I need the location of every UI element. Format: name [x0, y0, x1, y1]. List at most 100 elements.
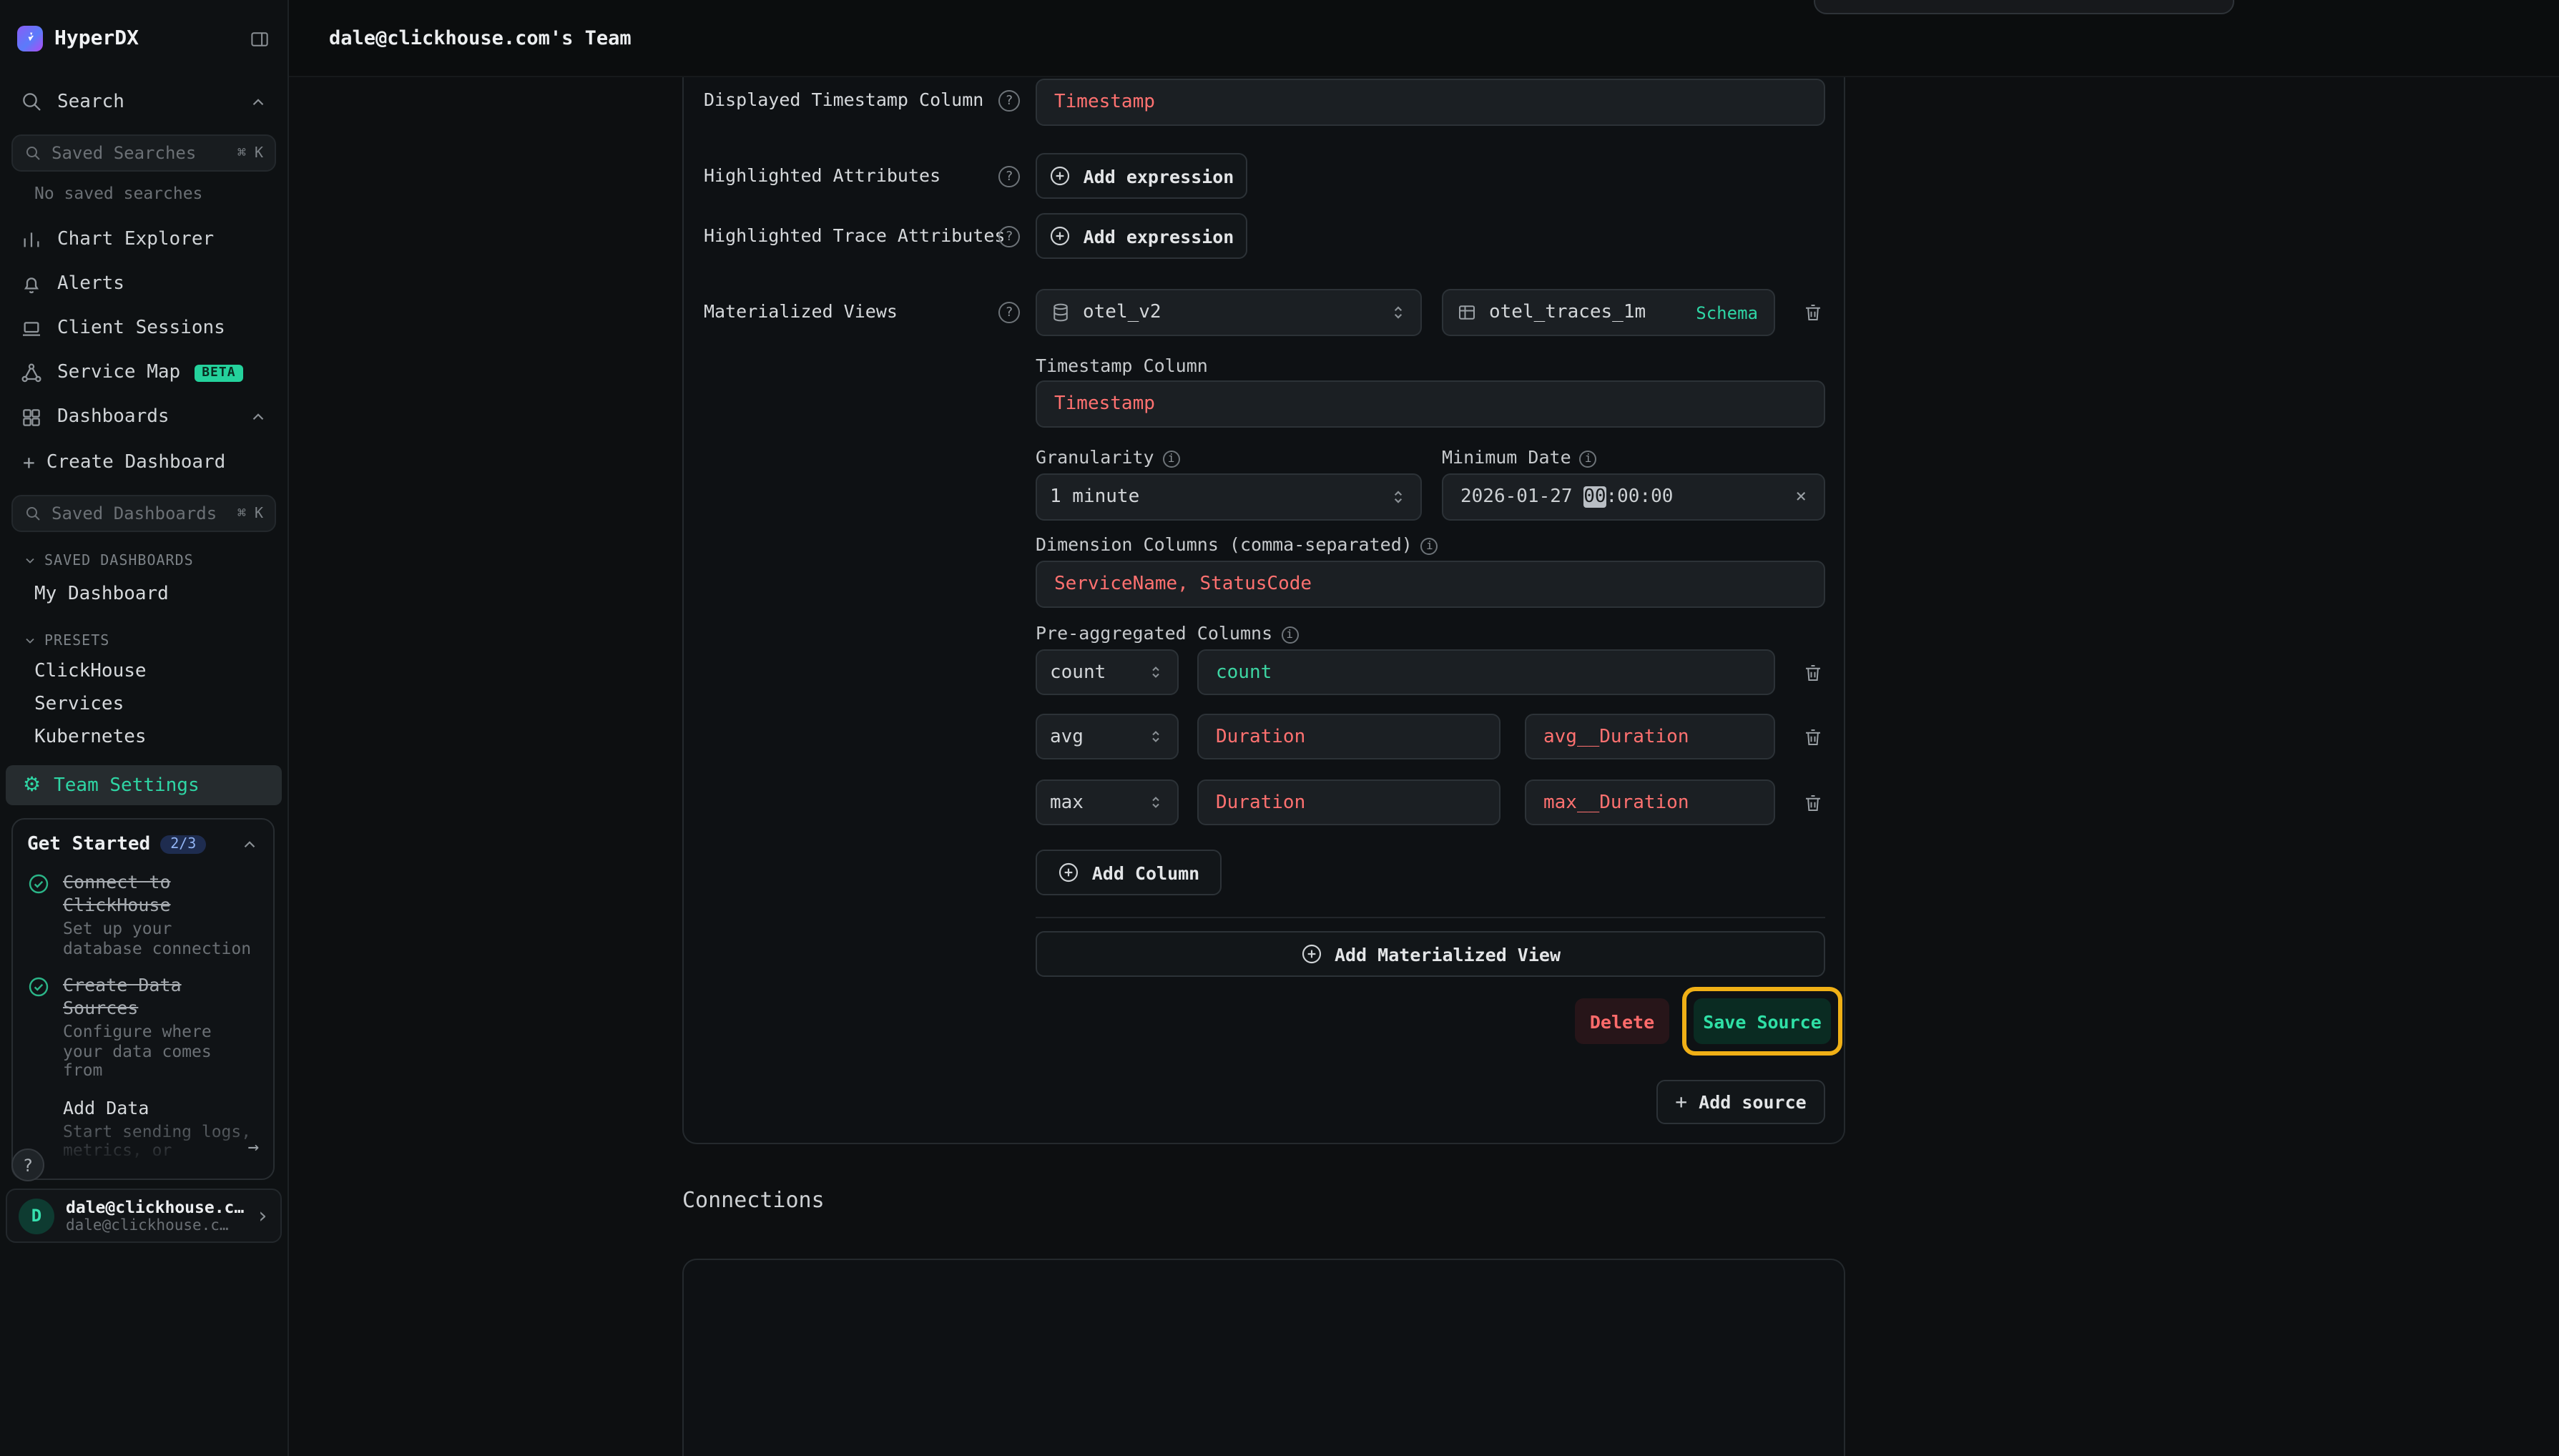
button-label: Add source: [1699, 1091, 1807, 1113]
chevron-down-icon: [23, 554, 37, 568]
add-expression-button[interactable]: Add expression: [1036, 153, 1247, 199]
saved-dashboards-input[interactable]: Saved Dashboards ⌘ K: [11, 495, 276, 532]
create-dashboard-button[interactable]: + Create Dashboard: [0, 439, 288, 486]
help-question-icon[interactable]: ?: [998, 90, 1020, 112]
date-value: 2026-01-27: [1460, 486, 1583, 508]
get-started-header[interactable]: Get Started 2/3: [27, 834, 259, 855]
granularity-select[interactable]: 1 minute: [1036, 473, 1422, 521]
connections-heading: Connections: [682, 1187, 825, 1213]
arrow-right-icon: →: [247, 1136, 259, 1158]
sidebar-item-team-settings[interactable]: ⚙ Team Settings: [6, 765, 282, 805]
help-question-icon[interactable]: ?: [998, 226, 1020, 247]
alias-input[interactable]: avg__Duration: [1525, 714, 1775, 759]
step-title: Add Data: [63, 1096, 259, 1119]
expression-input[interactable]: count: [1197, 649, 1775, 695]
user-menu[interactable]: D dale@clickhouse.c… dale@clickhouse.c… …: [6, 1189, 282, 1243]
sidebar-item-chart-explorer[interactable]: Chart Explorer: [0, 217, 288, 262]
beta-badge: BETA: [195, 364, 242, 381]
saved-searches-input[interactable]: Saved Searches ⌘ K: [11, 134, 276, 172]
info-icon[interactable]: i: [1281, 626, 1298, 644]
sidebar-item-search[interactable]: Search: [0, 77, 288, 126]
input-value: count: [1216, 661, 1272, 683]
expression-input[interactable]: Duration: [1197, 779, 1500, 825]
info-icon[interactable]: i: [1421, 538, 1438, 555]
save-source-button[interactable]: Save Source: [1694, 998, 1831, 1044]
dimension-columns-label: Dimension Columns (comma-separated)i: [1036, 533, 1438, 556]
delete-button[interactable]: Delete: [1575, 998, 1669, 1044]
connections-panel: [682, 1259, 1845, 1456]
chevron-up-icon[interactable]: [240, 835, 259, 854]
step-title: Connect to ClickHouse: [63, 871, 259, 917]
minimum-date-input[interactable]: 2026-01-27 00:00:00 ×: [1442, 473, 1825, 521]
team-settings-label: Team Settings: [54, 774, 200, 796]
select-value: 1 minute: [1050, 486, 1139, 508]
add-materialized-view-button[interactable]: Add Materialized View: [1036, 931, 1825, 977]
alias-input[interactable]: max__Duration: [1525, 779, 1775, 825]
sidebar-item-clickhouse[interactable]: ClickHouse: [0, 655, 288, 688]
step-title: Create Data Sources: [63, 974, 259, 1020]
saved-dashboards-placeholder: Saved Dashboards: [51, 503, 227, 523]
brand-name: HyperDX: [54, 27, 237, 50]
sidebar-item-service-map[interactable]: Service Map BETA: [0, 350, 288, 395]
chevron-right-icon: ›: [256, 1203, 269, 1229]
user-name: dale@clickhouse.c…: [66, 1197, 245, 1217]
sidebar-item-alerts[interactable]: Alerts: [0, 262, 288, 306]
get-started-item-sources[interactable]: Create Data Sources Configure where your…: [27, 974, 259, 1081]
preset-label: Services: [34, 694, 124, 715]
aggregation-fn-select[interactable]: max: [1036, 779, 1179, 825]
expression-input[interactable]: Duration: [1197, 714, 1500, 759]
get-started-item-connect[interactable]: Connect to ClickHouse Set up your databa…: [27, 871, 259, 958]
help-button[interactable]: ?: [11, 1148, 44, 1181]
question-icon: ?: [23, 1155, 33, 1175]
sidebar-item-client-sessions[interactable]: Client Sessions: [0, 306, 288, 350]
clear-icon[interactable]: ×: [1795, 486, 1807, 508]
section-presets[interactable]: PRESETS: [0, 626, 288, 655]
sidebar-nav: Chart Explorer Alerts Client Sessions Se…: [0, 217, 288, 439]
dimension-columns-input[interactable]: ServiceName, StatusCode: [1036, 561, 1825, 608]
info-icon[interactable]: i: [1163, 451, 1180, 468]
help-question-icon[interactable]: ?: [998, 302, 1020, 323]
highlighted-trace-attributes-label: Highlighted Trace Attributes: [704, 225, 1005, 247]
help-question-icon[interactable]: ?: [998, 166, 1020, 187]
sidebar-item-label: Alerts: [57, 273, 124, 295]
chart-icon: [20, 228, 43, 251]
app-viewport: HyperDX Search Saved Searches ⌘ K No sav…: [0, 0, 2559, 1456]
avatar: D: [19, 1198, 54, 1234]
trash-icon[interactable]: [1798, 722, 1827, 751]
schema-link[interactable]: Schema: [1696, 302, 1761, 323]
add-column-button[interactable]: Add Column: [1036, 850, 1222, 895]
collapse-sidebar-icon[interactable]: [249, 28, 270, 49]
button-label: Add Materialized View: [1335, 943, 1561, 965]
table-select[interactable]: otel_traces_1m Schema: [1442, 289, 1775, 336]
saved-searches-placeholder: Saved Searches: [51, 143, 227, 163]
trash-icon[interactable]: [1798, 297, 1827, 326]
get-started-item-add-data[interactable]: Add Data Start sending logs, metrics, or…: [27, 1096, 259, 1161]
add-expression-button[interactable]: Add expression: [1036, 213, 1247, 259]
button-label: Add expression: [1084, 225, 1234, 247]
aggregation-fn-select[interactable]: count: [1036, 649, 1179, 695]
timestamp-column-input[interactable]: Timestamp: [1036, 380, 1825, 428]
check-circle-icon: [27, 871, 51, 958]
chevron-up-icon[interactable]: [249, 92, 267, 111]
select-value: otel_traces_1m: [1489, 302, 1646, 323]
database-select[interactable]: otel_v2: [1036, 289, 1422, 336]
trash-icon[interactable]: [1798, 788, 1827, 817]
sidebar-item-dashboards[interactable]: Dashboards: [0, 395, 288, 439]
page-title: dale@clickhouse.com's Team: [329, 26, 632, 49]
aggregation-fn-select[interactable]: avg: [1036, 714, 1179, 759]
chevron-up-icon[interactable]: [249, 408, 267, 426]
button-label: Delete: [1590, 1010, 1654, 1032]
search-icon: [24, 505, 41, 522]
displayed-timestamp-input[interactable]: Timestamp: [1036, 79, 1825, 126]
sidebar-item-services[interactable]: Services: [0, 688, 288, 721]
create-dashboard-label: Create Dashboard: [46, 452, 225, 473]
sidebar-item-my-dashboard[interactable]: My Dashboard: [0, 575, 288, 612]
sidebar-item-kubernetes[interactable]: Kubernetes: [0, 721, 288, 754]
input-value: Timestamp: [1054, 393, 1155, 415]
section-saved-dashboards[interactable]: SAVED DASHBOARDS: [0, 546, 288, 575]
info-icon[interactable]: i: [1580, 451, 1597, 468]
trash-icon[interactable]: [1798, 658, 1827, 687]
sidebar-item-label: Chart Explorer: [57, 229, 214, 250]
input-value: avg__Duration: [1543, 726, 1689, 747]
add-source-button[interactable]: + Add source: [1656, 1080, 1825, 1124]
